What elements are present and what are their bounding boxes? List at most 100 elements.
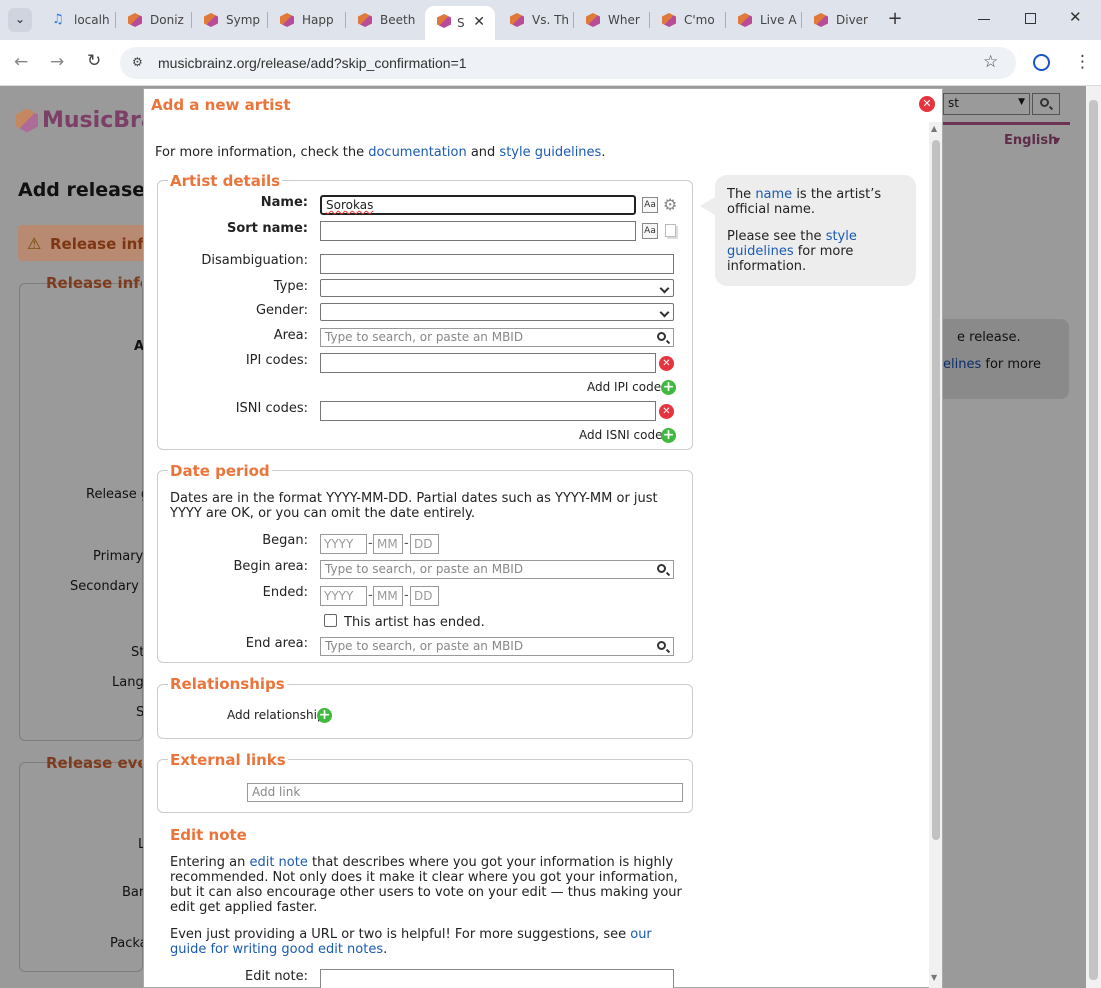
add-icon[interactable]: + xyxy=(661,380,676,395)
search-icon[interactable] xyxy=(657,564,666,573)
edit-note-textarea[interactable] xyxy=(320,969,674,988)
url-text[interactable]: musicbrainz.org/release/add?skip_confirm… xyxy=(158,55,467,71)
musicbrainz-logo: MusicBra xyxy=(16,108,156,133)
intro-prefix: For more information, check the xyxy=(155,145,369,160)
tab-item[interactable]: ♫ localh xyxy=(40,8,116,32)
edit-note-link[interactable]: edit note xyxy=(249,855,307,870)
bg-side-text: e release. xyxy=(957,330,1021,345)
help-text-guidelines: Please see the style guidelines for more… xyxy=(727,229,907,274)
gear-icon[interactable]: ⚙ xyxy=(663,195,677,214)
name-field[interactable]: Sorokas xyxy=(320,195,636,215)
tab-title: C'mo xyxy=(684,13,715,27)
tab-item[interactable]: Doniz xyxy=(116,8,192,32)
isni-code-field[interactable] xyxy=(320,401,656,421)
menu-icon[interactable]: ⋮ xyxy=(1074,52,1091,72)
type-select[interactable] xyxy=(320,279,674,297)
add-ipi-code-link[interactable]: Add IPI code xyxy=(587,380,661,394)
date-dash: - xyxy=(404,588,409,603)
add-icon[interactable]: + xyxy=(317,708,332,723)
new-tab-button[interactable]: + xyxy=(884,8,906,32)
gender-label: Gender: xyxy=(255,303,308,318)
close-tab-icon[interactable]: ✕ xyxy=(473,14,485,30)
ipi-code-field[interactable] xyxy=(320,353,656,373)
site-info-icon[interactable]: ⚙ xyxy=(132,55,143,69)
type-label: Type: xyxy=(273,279,308,294)
tab-item-active[interactable]: S ✕ xyxy=(425,6,495,40)
dialog-scrollbar-thumb[interactable] xyxy=(932,140,940,840)
bg-label: Bar xyxy=(122,885,145,900)
search-icon[interactable] xyxy=(657,641,666,650)
close-icon[interactable]: ✕ xyxy=(919,96,935,112)
sort-name-field[interactable] xyxy=(320,221,636,241)
help-prefix: Please see the xyxy=(727,229,826,244)
maximize-button[interactable] xyxy=(1025,13,1036,24)
tab-item[interactable]: Happ xyxy=(268,8,346,32)
release-events-legend: Release eve xyxy=(46,754,142,772)
date-period-legend: Date period xyxy=(168,462,272,480)
remove-isni-icon[interactable]: ✕ xyxy=(659,404,674,419)
guess-sort-name-icon[interactable]: Aa xyxy=(642,223,658,239)
language-selector[interactable]: English xyxy=(1004,133,1057,148)
ended-month-input[interactable]: MM xyxy=(373,586,403,606)
add-isni-code-link[interactable]: Add ISNI code xyxy=(579,428,662,442)
tab-title: Vs. Th xyxy=(532,13,570,27)
disambiguation-field[interactable] xyxy=(320,254,674,274)
close-window-button[interactable]: ✕ xyxy=(1069,8,1082,26)
begin-area-search-input[interactable]: Type to search, or paste an MBID xyxy=(320,560,674,579)
forward-button[interactable]: → xyxy=(50,52,64,72)
end-area-search-input[interactable]: Type to search, or paste an MBID xyxy=(320,637,674,656)
copy-icon[interactable] xyxy=(665,224,676,237)
began-day-input[interactable]: DD xyxy=(410,534,439,554)
began-year-input[interactable]: YYYY xyxy=(320,534,367,554)
add-link-input[interactable]: Add link xyxy=(247,783,683,802)
area-label: Area: xyxy=(273,328,308,343)
scroll-up-arrow[interactable]: ▲ xyxy=(931,124,937,133)
scroll-down-arrow[interactable]: ▼ xyxy=(931,973,937,982)
bg-search-value: st xyxy=(948,96,959,110)
tab-item[interactable]: Beeth xyxy=(346,8,422,32)
ended-label: Ended: xyxy=(262,585,308,600)
musicbrainz-icon xyxy=(437,14,451,28)
tab-item[interactable]: Wher xyxy=(574,8,650,32)
ended-day-input[interactable]: DD xyxy=(410,586,439,606)
date-dash: - xyxy=(368,536,373,551)
page-scrollbar-thumb[interactable] xyxy=(1089,100,1098,980)
profile-icon[interactable] xyxy=(1033,54,1050,71)
ended-checkbox-label[interactable]: This artist has ended. xyxy=(344,615,485,630)
add-relationship-link[interactable]: Add relationship xyxy=(227,708,325,722)
name-help-link[interactable]: name xyxy=(755,187,792,202)
tab-item[interactable]: Live A xyxy=(726,8,802,32)
bg-label: Secondary t xyxy=(70,579,149,594)
began-month-input[interactable]: MM xyxy=(373,534,403,554)
documentation-link[interactable]: documentation xyxy=(368,145,466,160)
ended-checkbox[interactable] xyxy=(324,614,337,627)
area-search-input[interactable]: Type to search, or paste an MBID xyxy=(320,328,674,347)
tab-item[interactable]: Vs. Th xyxy=(498,8,574,32)
search-icon xyxy=(1040,98,1049,107)
isni-codes-label: ISNI codes: xyxy=(235,401,308,416)
bg-search-input[interactable]: st ▼ xyxy=(943,93,1030,115)
tab-search-button[interactable]: ⌄ xyxy=(8,8,32,32)
bg-search-button[interactable] xyxy=(1032,93,1060,115)
guess-case-icon[interactable]: Aa xyxy=(642,197,658,213)
tab-item[interactable]: C'mo xyxy=(650,8,726,32)
tab-item[interactable]: Symp xyxy=(192,8,268,32)
date-dash: - xyxy=(368,588,373,603)
style-guidelines-link[interactable]: style guidelines xyxy=(499,145,601,160)
ended-year-input[interactable]: YYYY xyxy=(320,586,367,606)
intro-text: For more information, check the document… xyxy=(155,145,605,160)
musicbrainz-icon xyxy=(662,13,676,27)
back-button[interactable]: ← xyxy=(14,52,28,72)
musicbrainz-icon xyxy=(204,13,218,27)
tab-item[interactable]: Diver xyxy=(802,8,878,32)
remove-ipi-icon[interactable]: ✕ xyxy=(659,356,674,371)
area-placeholder: Type to search, or paste an MBID xyxy=(325,330,524,344)
music-note-icon: ♫ xyxy=(52,12,64,27)
add-icon[interactable]: + xyxy=(661,428,676,443)
reload-button[interactable]: ↻ xyxy=(87,51,101,71)
minimize-button[interactable] xyxy=(978,19,990,20)
star-icon[interactable]: ☆ xyxy=(983,52,998,72)
search-icon[interactable] xyxy=(657,332,666,341)
gender-select[interactable] xyxy=(320,303,674,321)
name-value: Sorokas xyxy=(326,198,374,212)
